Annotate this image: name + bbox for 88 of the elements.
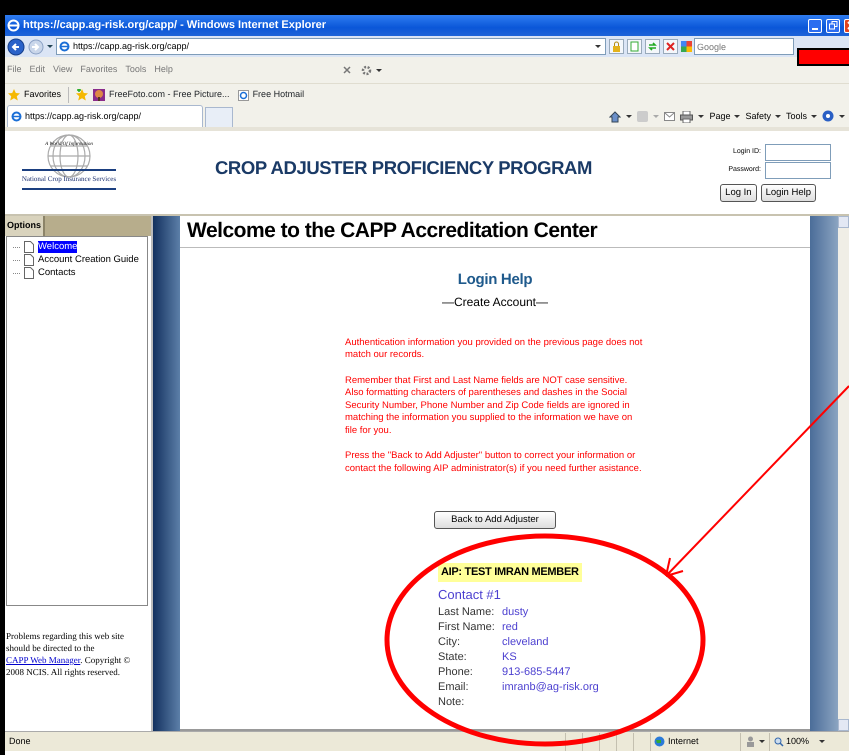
caret-icon [811,115,817,118]
caret-icon [774,115,781,118]
add-favorite-icon[interactable] [76,89,90,101]
window-title: https://capp.ag-risk.org/capp/ - Windows Internet Explorer [23,18,326,34]
menu-item[interactable]: Tools [125,63,146,77]
field-label: Note: [438,695,466,710]
field-value: red [502,620,518,634]
page-icon [24,254,34,266]
footer-text: Problems regarding this web site should be directed to the CAPP Web Manager. Copyright © 2008 NCIS. All rights reserved. [5,630,132,678]
page-icon [24,241,34,253]
field-label: City: [438,635,461,650]
caret-icon[interactable] [376,68,382,72]
search-provider-icon [681,41,692,52]
toolbar-menu-button[interactable]: Safety [745,110,781,124]
ie-icon [11,111,22,122]
aip-label: AIP: TEST IMRAN MEMBER [438,563,582,582]
address-field[interactable]: https://capp.ag-risk.org/capp/ [56,38,606,55]
star-icon [8,89,20,101]
error-message: Press the "Back to Add Adjuster" button to correct your information or contact the following AIP administrator(s) if you need further asistance. [345,450,643,476]
caret-icon[interactable] [47,45,53,48]
options-tab[interactable]: Options [5,216,45,236]
status-text: Done [8,734,32,748]
printer-icon[interactable] [680,110,694,122]
minimize-button[interactable] [808,18,822,32]
zone-text: Internet [668,734,699,748]
field-label: First Name: [438,620,496,634]
section-title: Login Help [458,270,532,290]
globe-icon [654,736,665,747]
close-icon[interactable] [342,66,351,74]
menu-item[interactable]: File [7,63,22,77]
favorites-button[interactable]: Favorites [24,88,62,102]
site-title: CROP ADJUSTER PROFICIENCY PROGRAM [214,156,594,180]
mail-icon[interactable] [664,112,676,121]
favorite-link[interactable]: Free Hotmail [252,88,304,102]
ie-icon [238,90,249,100]
gear-icon[interactable] [360,64,372,76]
toolbar-menu-button[interactable]: Tools [786,110,817,124]
contact-title: Contact #1 [438,586,502,604]
tree-item[interactable]: Account Creation Guide [38,254,139,266]
input-field[interactable] [765,162,831,178]
field-value: 913-685-5447 [502,665,571,680]
tree-icon [93,89,106,101]
error-message: Remember that First and Last Name fields are NOT case sensitive. Also formatting characters of parentheses and dashes in the Social Security Number, Phone Number and Zip Code fields are ignored in matching the information you supplied to the information we have on file for you. [345,374,634,438]
tree-item[interactable]: Contacts [38,267,76,279]
error-message: Authentication information you provided on the previous page does not match our records. [345,336,644,362]
field-label: Last Name: [438,605,496,620]
help-icon[interactable] [822,110,834,124]
menu-item[interactable]: Edit [30,63,46,77]
home-icon[interactable] [609,110,622,122]
back-button[interactable]: Back to Add Adjuster [434,511,556,530]
login-button[interactable]: Log In [720,184,757,202]
zoom-icon[interactable] [774,736,784,746]
section-subtitle: —Create Account— [442,294,548,311]
restore-button[interactable] [826,18,840,32]
menu-item[interactable]: Favorites [80,63,118,77]
login-button[interactable]: Login Help [760,184,816,202]
field-label: Email: [438,680,470,694]
field-value: cleveland [502,635,548,650]
ie-icon [7,19,20,32]
manager-link[interactable]: CAPP Web Manager [6,655,80,665]
field-label: State: [438,650,468,664]
caret-icon [734,115,740,118]
compatibility-icon[interactable] [627,39,642,54]
ie-icon [59,41,70,52]
people-icon[interactable] [745,736,756,747]
field-value: KS [502,650,517,664]
zoom-level[interactable]: 100% [786,734,810,748]
refresh-icon[interactable] [645,39,660,54]
search-field[interactable]: Google [694,38,794,55]
lock-icon[interactable] [609,39,624,54]
menu-item[interactable]: Help [154,63,173,77]
tree-item[interactable]: Welcome [38,241,78,253]
minimize-icon [812,28,818,30]
favorite-link[interactable]: FreeFoto.com - Free Picture... [109,88,230,102]
page-icon [24,267,34,279]
redaction-mark [797,48,849,66]
back-button[interactable] [7,38,25,56]
scrollbar[interactable] [838,216,849,731]
browser-tab[interactable]: https://capp.ag-risk.org/capp/ [7,105,203,127]
input-field[interactable] [765,144,831,160]
restore-icon [828,21,838,30]
field-value: dusty [502,605,528,620]
menu-item[interactable]: View [53,63,72,77]
toolbar-menu-button[interactable]: Page [709,110,740,124]
page-heading: Welcome to the CAPP Accreditation Center [180,216,810,248]
stop-icon[interactable] [663,39,678,54]
field-label: Phone: [438,665,474,680]
field-value: imranb@ag-risk.org [502,680,599,694]
